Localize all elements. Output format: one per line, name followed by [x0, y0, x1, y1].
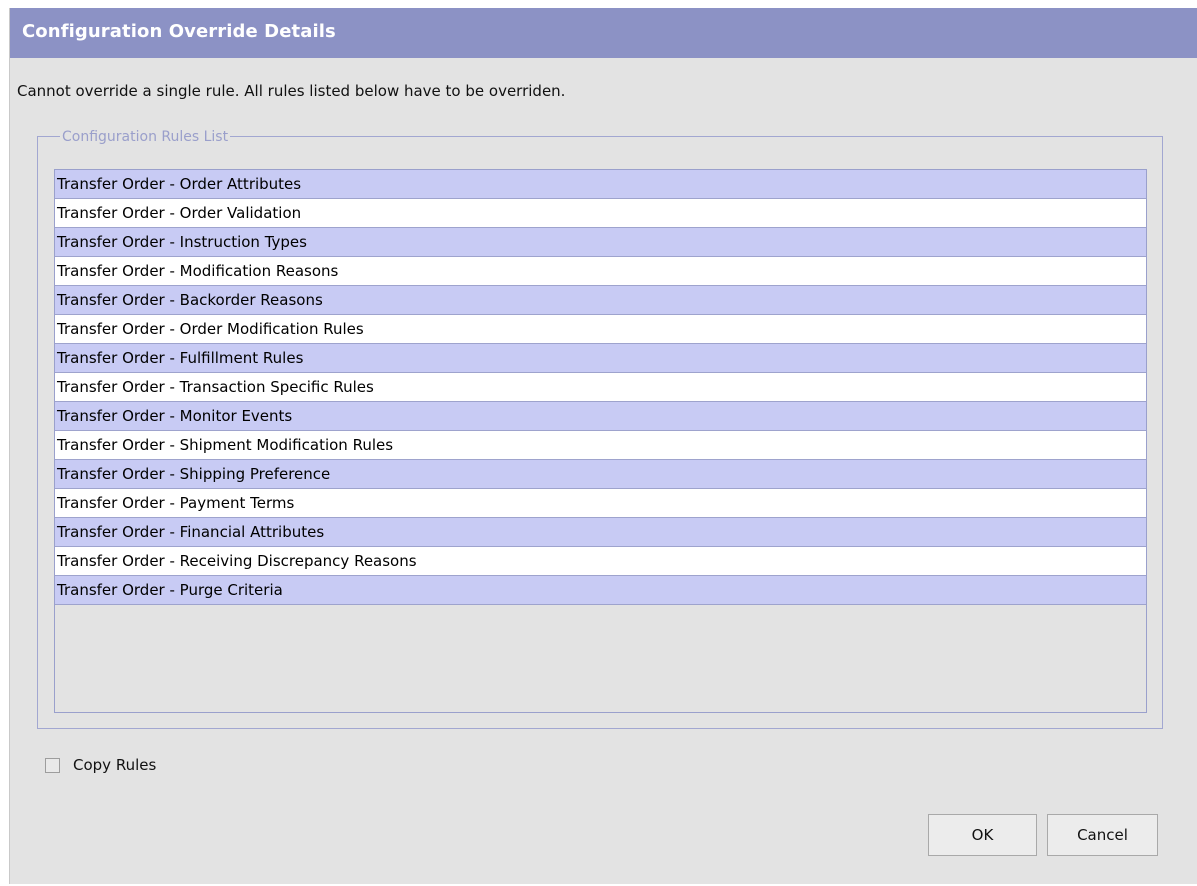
- list-item[interactable]: Transfer Order - Purge Criteria: [55, 576, 1146, 605]
- rules-list[interactable]: Transfer Order - Order Attributes Transfe…: [54, 169, 1147, 713]
- rules-list-items: Transfer Order - Order Attributes Transfe…: [55, 170, 1146, 605]
- list-item[interactable]: Transfer Order - Monitor Events: [55, 402, 1146, 431]
- list-item[interactable]: Transfer Order - Instruction Types: [55, 228, 1146, 257]
- list-item[interactable]: Transfer Order - Fulfillment Rules: [55, 344, 1146, 373]
- title-bar: Configuration Override Details: [10, 8, 1197, 58]
- list-item[interactable]: Transfer Order - Receiving Discrepancy R…: [55, 547, 1146, 576]
- list-item[interactable]: Transfer Order - Order Validation: [55, 199, 1146, 228]
- copy-rules-checkbox[interactable]: [45, 757, 60, 773]
- override-message: Cannot override a single rule. All rules…: [17, 82, 566, 100]
- copy-rules-option[interactable]: Copy Rules: [45, 753, 156, 777]
- ok-button[interactable]: OK: [928, 814, 1037, 856]
- list-item[interactable]: Transfer Order - Order Modification Rule…: [55, 315, 1146, 344]
- list-item[interactable]: Transfer Order - Shipping Preference: [55, 460, 1146, 489]
- cancel-button[interactable]: Cancel: [1047, 814, 1158, 856]
- dialog-title: Configuration Override Details: [22, 21, 336, 42]
- list-item[interactable]: Transfer Order - Transaction Specific Ru…: [55, 373, 1146, 402]
- list-item[interactable]: Transfer Order - Financial Attributes: [55, 518, 1146, 547]
- list-item[interactable]: Transfer Order - Payment Terms: [55, 489, 1146, 518]
- rules-group-legend: Configuration Rules List: [60, 129, 231, 145]
- list-item[interactable]: Transfer Order - Order Attributes: [55, 170, 1146, 199]
- list-item[interactable]: Transfer Order - Shipment Modification R…: [55, 431, 1146, 460]
- list-item[interactable]: Transfer Order - Modification Reasons: [55, 257, 1146, 286]
- list-item[interactable]: Transfer Order - Backorder Reasons: [55, 286, 1146, 315]
- copy-rules-label: Copy Rules: [73, 756, 157, 774]
